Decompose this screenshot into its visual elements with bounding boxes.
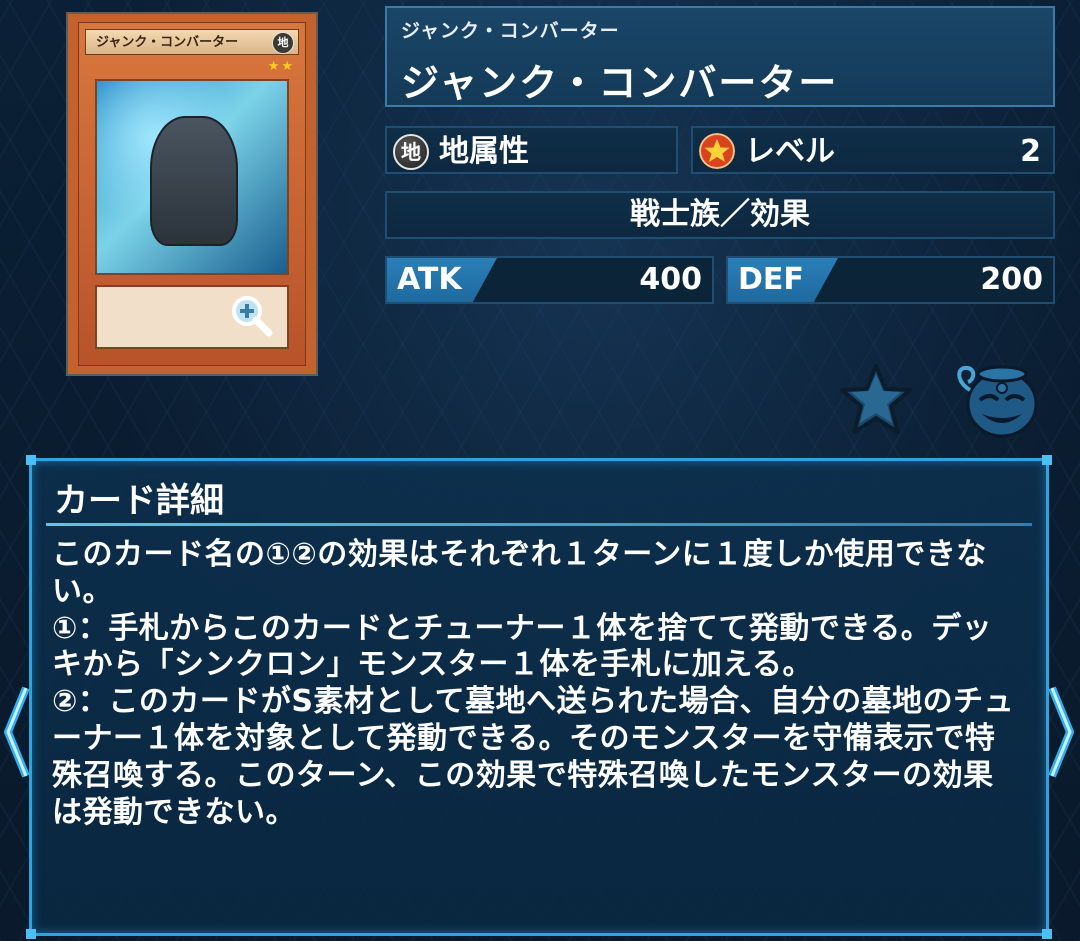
panel-corner bbox=[26, 929, 36, 939]
zoom-in-icon[interactable] bbox=[229, 293, 273, 337]
def-label: DEF bbox=[738, 262, 804, 297]
level-label: レベル bbox=[745, 134, 835, 169]
robot-artwork bbox=[150, 115, 238, 247]
atk-value: 400 bbox=[639, 262, 702, 297]
card-name: ジャンク・コンバーター bbox=[401, 61, 839, 105]
card-effect-text: このカード名の①②の効果はそれぞれ１ターンに１度しか使用できない。 ①：手札から… bbox=[52, 537, 1015, 830]
card-frame: ジャンク・コンバーター 地 ★★ bbox=[78, 22, 306, 366]
card-image-level-stars: ★★ bbox=[267, 59, 295, 74]
card-image-name: ジャンク・コンバーター 地 bbox=[85, 29, 299, 55]
def-box: DEF 200 bbox=[726, 256, 1055, 304]
mascot-pot-icon[interactable] bbox=[950, 360, 1042, 440]
star-icon[interactable] bbox=[838, 362, 914, 436]
card-name-panel: ジャンク・コンバーター ジャンク・コンバーター bbox=[385, 6, 1055, 107]
attribute-box: 地 地属性 bbox=[385, 126, 678, 174]
card-type: 戦士族／効果 bbox=[630, 197, 810, 232]
chevron-left-icon[interactable] bbox=[0, 682, 30, 782]
card-artwork bbox=[95, 79, 289, 275]
card-detail-panel: カード詳細 このカード名の①②の効果はそれぞれ１ターンに１度しか使用できない。 … bbox=[26, 455, 1052, 939]
card-name-ruby: ジャンク・コンバーター bbox=[401, 20, 620, 42]
panel-corner bbox=[26, 455, 36, 465]
level-star-icon bbox=[699, 133, 735, 169]
def-value: 200 bbox=[980, 262, 1043, 297]
card-image-text-box bbox=[95, 285, 289, 349]
panel-corner bbox=[1042, 929, 1052, 939]
attribute-icon-glyph: 地 bbox=[401, 140, 421, 164]
attribute-label: 地属性 bbox=[439, 134, 529, 169]
level-box: レベル 2 bbox=[691, 126, 1055, 174]
level-value: 2 bbox=[1020, 134, 1041, 169]
card-image-attribute-icon: 地 bbox=[272, 32, 294, 54]
panel-corner bbox=[1042, 455, 1052, 465]
card-image[interactable]: ジャンク・コンバーター 地 ★★ bbox=[66, 12, 318, 376]
atk-box: ATK 400 bbox=[385, 256, 714, 304]
type-box: 戦士族／効果 bbox=[385, 191, 1055, 239]
detail-title: カード詳細 bbox=[54, 481, 224, 521]
atk-label: ATK bbox=[397, 262, 462, 297]
card-image-name-text: ジャンク・コンバーター bbox=[96, 35, 239, 50]
earth-attribute-icon: 地 bbox=[393, 134, 429, 170]
chevron-right-icon[interactable] bbox=[1048, 682, 1078, 782]
detail-divider bbox=[46, 523, 1032, 526]
